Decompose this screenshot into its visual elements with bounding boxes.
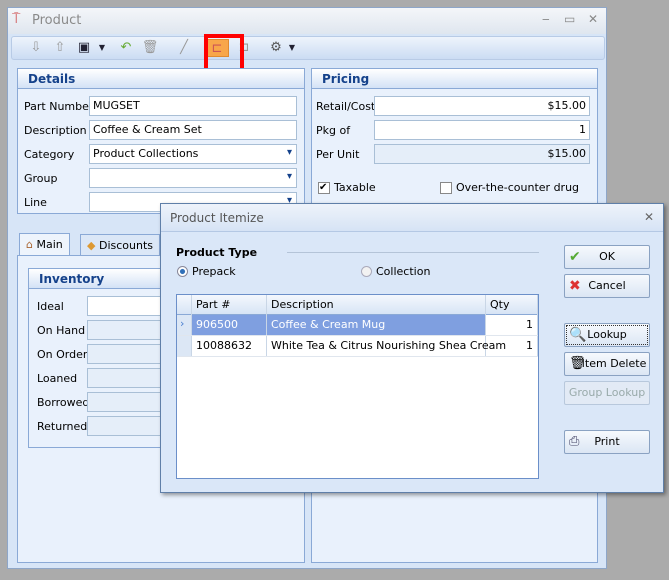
grid-header: Part # Description Qty [177,295,538,315]
check-icon: ✔ [569,249,581,265]
details-title: Details [18,69,304,89]
toolbar: ⇩ ⇧ ▣ ▼ ↶ 🗑 ╱ ⊏ ⊐ ⚙ ▼ [11,36,605,60]
prepack-radio[interactable] [177,266,188,277]
row-selected-indicator-icon: › [177,315,192,335]
cell-description: White Tea & Citrus Nourishing Shea Cream [267,336,506,356]
pkg-input[interactable]: 1 [374,120,590,140]
window-title: Product [32,13,82,28]
cell-part: 906500 [192,315,267,335]
category-label: Category [24,148,75,161]
tab-discounts[interactable]: ◆ Discounts [80,234,160,256]
minimize-button[interactable]: ‒ [542,12,550,26]
category-select[interactable]: Product Collections [89,144,297,164]
details-panel: Details Part Number MUGSET Description C… [17,68,305,214]
item-delete-label: Item Delete [581,357,647,370]
trash-icon[interactable]: 🗑 [140,39,160,57]
group-label: Group [24,172,58,185]
group-lookup-button[interactable]: Group Lookup [564,381,650,405]
description-label: Description [24,124,87,137]
retail-input[interactable]: $15.00 [374,96,590,116]
group-lookup-label: Group Lookup [568,386,646,399]
row-indicator [177,336,192,356]
ideal-label: Ideal [37,300,64,313]
otc-checkbox[interactable] [440,182,452,194]
tag-icon: ◆ [87,239,96,252]
dialog-title-bar: Product Itemize ✕ [161,204,663,232]
maximize-button[interactable]: ▭ [564,12,575,26]
arrow-up-icon[interactable]: ⇧ [50,39,70,57]
item-delete-button[interactable]: 🗑 Item Delete [564,352,650,376]
close-button[interactable]: ✕ [588,12,598,26]
dialog-title: Product Itemize [170,211,264,225]
pricing-panel: Pricing Retail/Cost $15.00 Pkg of 1 Per … [311,68,598,214]
ok-button[interactable]: ✔ OK [564,245,650,269]
tab-main[interactable]: ⌂ Main [19,233,70,255]
on-hand-label: On Hand [37,324,86,337]
returned-label: Returned [37,420,88,433]
cell-description: Coffee & Cream Mug [267,315,486,335]
otc-label: Over-the-counter drug [456,181,580,194]
pricing-title: Pricing [312,69,597,89]
magnifier-icon: 🔍 [569,327,587,343]
prepack-label: Prepack [192,265,236,278]
product-icon: ⍑ [12,11,21,27]
cell-part: 10088632 [192,336,267,356]
part-number-label: Part Number [24,100,94,113]
per-unit-value: $15.00 [374,144,590,164]
tab-discounts-label: Discounts [98,239,153,252]
group-select[interactable] [89,168,297,188]
gear-dropdown-icon[interactable]: ▼ [282,39,302,57]
borrowed-label: Borrowed [37,396,90,409]
line-label: Line [24,196,47,209]
per-unit-label: Per Unit [316,148,360,161]
col-qty[interactable]: Qty [486,295,538,315]
printer-icon: ⎙ [569,434,580,449]
save-dropdown-icon[interactable]: ▼ [92,39,112,57]
pencil-icon[interactable]: ╱ [174,39,194,57]
title-bar: ⍑ Product ‒ ▭ ✕ [8,8,606,34]
house-icon: ⌂ [26,238,33,251]
loaned-label: Loaned [37,372,78,385]
description-input[interactable]: Coffee & Cream Set [89,120,297,140]
table-row[interactable]: 10088632 White Tea & Citrus Nourishing S… [177,336,538,357]
print-label: Print [594,435,620,448]
product-type-divider [287,252,539,253]
trash-icon: 🗑 [569,356,586,371]
cancel-button[interactable]: ✖ Cancel [564,274,650,298]
category-value: Product Collections [93,147,199,160]
on-order-label: On Order [37,348,88,361]
part-number-input[interactable]: MUGSET [89,96,297,116]
ok-label: OK [599,250,615,263]
itemize-grid: Part # Description Qty › 906500 Coffee &… [176,294,539,479]
col-part[interactable]: Part # [192,295,267,315]
cancel-label: Cancel [588,279,626,292]
cell-qty[interactable]: 1 [486,315,538,335]
lookup-button[interactable]: 🔍 Lookup [564,323,650,347]
collection-label: Collection [376,265,431,278]
print-button[interactable]: ⎙ Print [564,430,650,454]
product-type-label: Product Type [176,246,258,259]
collection-radio[interactable] [361,266,372,277]
col-description[interactable]: Description [267,295,486,315]
taxable-label: Taxable [334,181,376,194]
cell-qty[interactable]: 1 [486,336,538,356]
retail-label: Retail/Cost [316,100,376,113]
arrow-down-icon[interactable]: ⇩ [26,39,46,57]
save-icon[interactable]: ▣ [74,39,94,57]
taxable-checkbox[interactable]: ✔ [318,182,330,194]
dialog-close-button[interactable]: ✕ [644,210,654,224]
lookup-label: Lookup [587,328,627,341]
row-indicator-header [177,295,192,315]
tab-main-label: Main [36,238,63,251]
pkg-label: Pkg of [316,124,351,137]
cancel-icon: ✖ [569,278,581,294]
product-itemize-dialog: Product Itemize ✕ Product Type Prepack C… [160,203,664,493]
undo-icon[interactable]: ↶ [116,39,136,57]
table-row[interactable]: › 906500 Coffee & Cream Mug 1 [177,315,538,336]
